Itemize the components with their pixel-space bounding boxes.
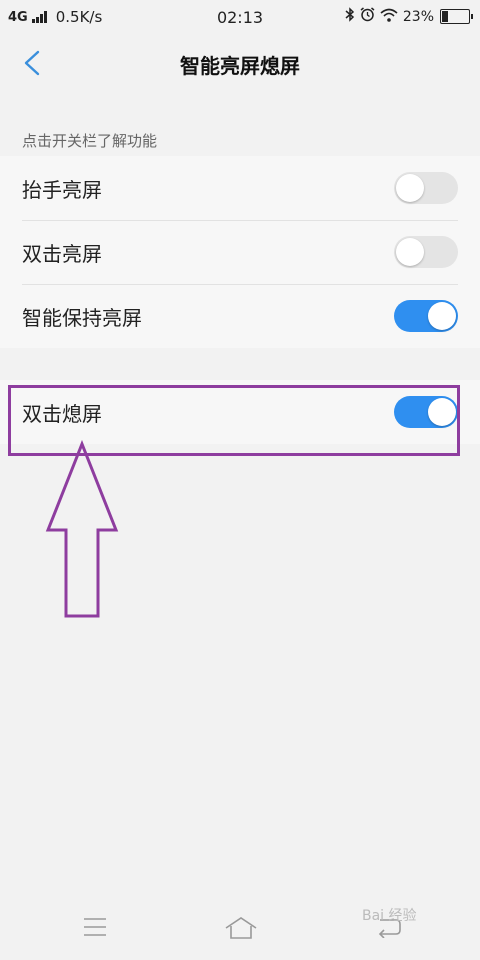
setting-row-double-tap-wake[interactable]: 双击亮屏	[0, 220, 480, 284]
alarm-icon	[360, 7, 375, 26]
header: 智能亮屏熄屏	[0, 34, 480, 92]
setting-label: 智能保持亮屏	[22, 306, 142, 330]
toggle-switch[interactable]	[394, 300, 458, 332]
status-bar: 4G 0.5K/s 02:13 23%	[0, 0, 480, 34]
toggle-knob	[396, 174, 424, 202]
setting-label: 抬手亮屏	[22, 178, 102, 202]
watermark: Bai 经验	[362, 908, 417, 924]
page-title: 智能亮屏熄屏	[180, 54, 300, 78]
toggle-knob	[428, 398, 456, 426]
toggle-switch[interactable]	[394, 172, 458, 204]
toggle-knob	[428, 302, 456, 330]
battery-fill	[442, 11, 449, 22]
toggle-switch[interactable]	[394, 236, 458, 268]
status-right: 23%	[340, 7, 473, 26]
setting-row-double-tap-sleep[interactable]: 双击熄屏	[0, 380, 480, 444]
wifi-icon	[380, 8, 398, 26]
bluetooth-icon	[345, 7, 355, 26]
setting-label: 双击亮屏	[22, 242, 102, 266]
home-icon[interactable]	[224, 916, 258, 944]
annotation-arrow-icon	[45, 440, 119, 618]
setting-row-smart-stay-on[interactable]: 智能保持亮屏	[0, 284, 480, 348]
battery-icon	[440, 9, 473, 24]
settings-group: 抬手亮屏 双击亮屏 智能保持亮屏	[0, 156, 480, 348]
settings-group-highlighted: 双击熄屏	[0, 380, 480, 444]
setting-label: 双击熄屏	[22, 402, 102, 426]
setting-row-raise-to-wake[interactable]: 抬手亮屏	[0, 156, 480, 220]
battery-percent: 23%	[402, 8, 434, 25]
menu-icon[interactable]	[83, 916, 107, 942]
toggle-switch[interactable]	[394, 396, 458, 428]
toggle-knob	[396, 238, 424, 266]
section-hint: 点击开关栏了解功能	[22, 132, 158, 150]
